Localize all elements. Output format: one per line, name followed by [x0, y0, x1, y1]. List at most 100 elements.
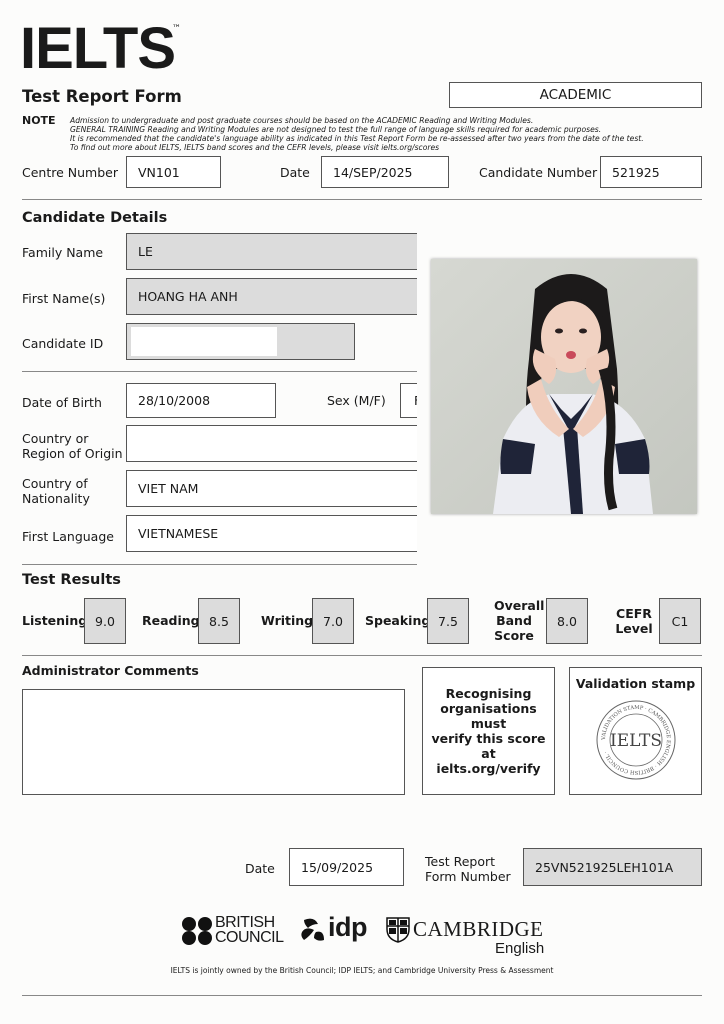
centre-number-label: Centre Number [22, 165, 118, 180]
ielts-logo: IELTS ™ [20, 20, 181, 78]
idp-logo-text: idp [328, 912, 368, 942]
origin-label: Country or Region of Origin [22, 431, 123, 461]
verify-link[interactable]: ielts.org/verify [436, 761, 540, 776]
module-box: ACADEMIC [449, 82, 702, 108]
note-text: Admission to undergraduate and post grad… [70, 116, 644, 152]
dob-value: 28/10/2008 [138, 393, 211, 408]
validation-stamp-box: Validation stamp VALIDATION STAMP · CAMB… [569, 667, 702, 795]
admin-comments-box [22, 689, 405, 795]
first-language-field: VIETNAMESE [126, 515, 417, 552]
divider [22, 995, 702, 996]
verify-line: organisations must [440, 701, 537, 731]
reading-label: Reading [142, 613, 200, 628]
nationality-label: Country of Nationality [22, 476, 90, 506]
origin-label-line: Region of Origin [22, 446, 123, 461]
listening-score: 9.0 [84, 598, 126, 644]
family-name-label: Family Name [22, 245, 104, 260]
cefr-label: CEFR Level [614, 606, 654, 636]
origin-field [126, 425, 417, 462]
date-label: Date [280, 165, 310, 180]
first-language-value: VIETNAMESE [138, 526, 219, 541]
sex-value: F [414, 393, 417, 408]
validation-stamp-seal: VALIDATION STAMP · CAMBRIDGE ENGLISH · B… [596, 700, 676, 780]
sex-label: Sex (M/F) [327, 393, 386, 408]
divider [22, 199, 702, 200]
british-council-logo-text: BRITISH COUNCIL [215, 914, 284, 946]
page-title: Test Report Form [22, 87, 182, 106]
note-line: It is recommended that the candidate's l… [70, 134, 644, 143]
reading-score-value: 8.5 [209, 613, 229, 629]
first-name-label: First Name(s) [22, 291, 106, 306]
nationality-field: VIET NAM [126, 470, 417, 507]
ownership-statement: IELTS is jointly owned by the British Co… [170, 966, 554, 975]
first-name-field: HOANG HA ANH [126, 278, 417, 315]
test-date-field: 14/SEP/2025 [321, 156, 449, 188]
note-line: Admission to undergraduate and post grad… [70, 116, 534, 125]
trf-number-field: 25VN521925LEH101A [523, 848, 702, 886]
british-council-line: COUNCIL [215, 929, 284, 946]
candidate-details-title: Candidate Details [22, 210, 168, 226]
nationality-value: VIET NAM [138, 481, 199, 496]
speaking-score: 7.5 [427, 598, 469, 644]
candidate-number-label: Candidate Number [479, 165, 598, 180]
first-name-value: HOANG HA ANH [138, 289, 238, 304]
overall-label-line: Overall [494, 598, 545, 613]
trf-label-line: Test Report [425, 854, 496, 869]
note-line: GENERAL TRAINING Reading and Writing Mod… [70, 125, 602, 134]
cefr-label-line: Level [615, 621, 653, 636]
family-name-value: LE [138, 244, 153, 259]
overall-label-line: Band [496, 613, 532, 628]
cambridge-english-text: English [495, 940, 545, 957]
note-line: To find out more about IELTS, IELTS band… [70, 143, 440, 152]
module-value: ACADEMIC [539, 87, 612, 103]
ielts-logo-text: IELTS [20, 16, 176, 81]
verify-box: Recognising organisations must verify th… [422, 667, 555, 795]
listening-label: Listening [22, 613, 88, 628]
listening-score-value: 9.0 [95, 613, 115, 629]
cefr-label-line: CEFR [616, 606, 652, 621]
overall-label: Overall Band Score [494, 598, 545, 643]
overall-score-value: 8.0 [557, 613, 577, 629]
trademark-mark: ™ [172, 24, 181, 34]
divider [22, 655, 702, 656]
divider [22, 371, 417, 372]
cambridge-shield-icon [386, 917, 410, 943]
candidate-number-field: 521925 [600, 156, 702, 188]
speaking-score-value: 7.5 [438, 613, 458, 629]
first-language-label: First Language [22, 529, 114, 544]
cefr-level: C1 [659, 598, 701, 644]
verify-line: Recognising [445, 686, 532, 701]
idp-swirl-icon [301, 918, 324, 941]
trf-label-line: Form Number [425, 869, 511, 884]
reading-score: 8.5 [198, 598, 240, 644]
origin-label-line: Country or [22, 431, 89, 446]
dob-label: Date of Birth [22, 395, 102, 410]
cefr-level-value: C1 [671, 613, 689, 629]
speaking-label: Speaking [365, 613, 431, 628]
centre-number-field: VN101 [126, 156, 221, 188]
stamp-seal-text: IELTS [610, 731, 662, 751]
candidate-number-value: 521925 [612, 164, 660, 180]
admin-comments-title: Administrator Comments [22, 663, 199, 678]
family-name-field: LE [126, 233, 417, 270]
candidate-id-field [126, 323, 355, 360]
verify-line: verify this score at [431, 731, 546, 761]
writing-score: 7.0 [312, 598, 354, 644]
candidate-photo [431, 259, 697, 514]
centre-number-value: VN101 [138, 164, 180, 180]
divider [22, 564, 417, 565]
dob-field: 28/10/2008 [126, 383, 276, 418]
writing-label: Writing [261, 613, 314, 628]
issue-date-field: 15/09/2025 [289, 848, 404, 886]
candidate-id-label: Candidate ID [22, 336, 104, 351]
validation-stamp-title: Validation stamp [575, 676, 696, 691]
candidate-id-redaction [131, 327, 277, 356]
british-council-dots-icon [182, 917, 212, 945]
sex-field: F [400, 383, 417, 418]
british-council-line: BRITISH [215, 914, 275, 931]
test-results-title: Test Results [22, 572, 121, 588]
writing-score-value: 7.0 [323, 613, 343, 629]
partner-logos: BRITISH COUNCIL idp CAMBRIDGE English [0, 912, 724, 962]
nationality-label-line: Nationality [22, 491, 90, 506]
overall-label-line: Score [494, 628, 534, 643]
